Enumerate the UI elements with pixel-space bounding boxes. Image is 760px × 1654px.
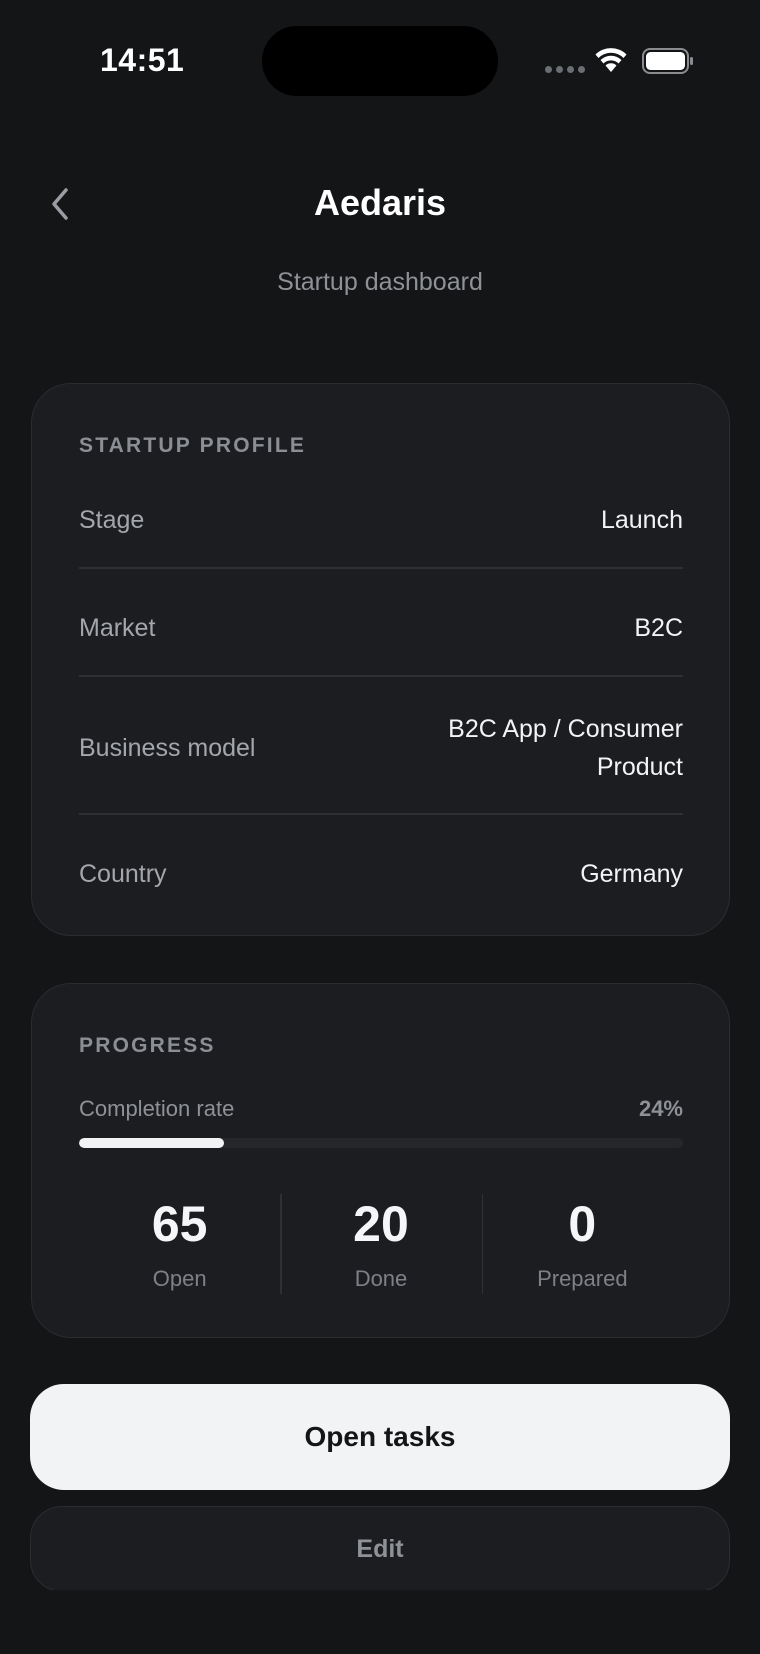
profile-row-market: Market B2C [79,606,683,650]
divider [79,675,683,677]
cellular-dots-icon [545,66,585,73]
startup-profile-card: STARTUP PROFILE Stage Launch Market B2C … [31,383,730,936]
row-label: Business model [79,733,256,762]
divider [79,813,683,815]
row-label: Market [79,613,156,642]
stat-value: 20 [353,1196,409,1252]
divider [79,567,683,569]
open-tasks-button[interactable]: Open tasks [30,1384,730,1490]
stat-label: Done [354,1266,408,1291]
section-label: STARTUP PROFILE [79,434,307,457]
row-label: Stage [79,505,145,534]
stat-prepared: 0 Prepared [481,1194,683,1298]
completion-rate-label: Completion rate [79,1096,235,1121]
startup-dashboard-screen: 14:51 Aedaris Startup dashboard STARTUP … [0,0,760,1654]
profile-row-business-model: Business model B2C App / Consumer Produc… [79,708,683,788]
section-label: PROGRESS [79,1034,216,1057]
dynamic-island [262,26,498,96]
row-label: Country [79,859,167,888]
battery-icon [642,48,693,74]
stat-value: 0 [568,1196,597,1252]
progress-bar [79,1138,683,1148]
stat-value: 65 [151,1196,208,1252]
completion-rate-value: 24% [638,1096,683,1121]
stat-done: 20 Done [280,1194,481,1298]
progress-card: PROGRESS Completion rate 24% 65 Open 20 … [31,983,730,1338]
stat-label: Prepared [537,1266,628,1291]
profile-row-stage: Stage Launch [79,498,683,542]
progress-bar-fill [79,1138,224,1148]
wifi-icon [595,48,627,72]
page-subtitle: Startup dashboard [277,268,483,296]
row-value: B2C [634,614,683,642]
page-title: Aedaris [313,182,447,223]
stat-open: 65 Open [79,1194,280,1298]
status-time: 14:51 [100,42,185,78]
edit-button[interactable]: Edit [30,1506,730,1592]
row-value: Germany [580,860,683,888]
row-value: Launch [600,506,683,534]
bottom-overlay [0,1590,760,1654]
profile-row-country: Country Germany [79,852,683,896]
task-stats: 65 Open 20 Done 0 Prepared [79,1194,683,1298]
stat-label: Open [152,1266,207,1291]
row-value: B2C App / Consumer Product [448,715,683,781]
